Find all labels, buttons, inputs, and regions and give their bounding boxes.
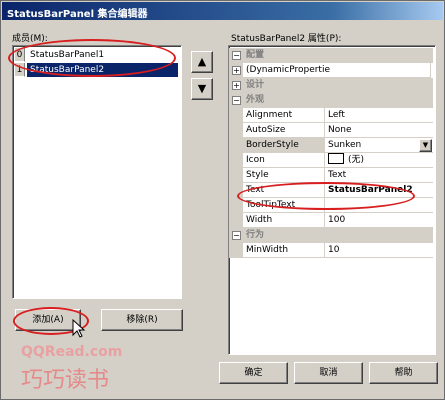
properties-label: StatusBarPanel2 属性(P):	[231, 34, 342, 44]
help-button-label: 帮助	[394, 368, 413, 378]
category-design[interactable]: + 设计	[229, 78, 433, 93]
property-value[interactable]: Text	[325, 168, 433, 183]
property-name: Style	[243, 168, 325, 183]
title-bar[interactable]: StatusBarPanel 集合编辑器	[2, 2, 443, 20]
collection-editor-window: StatusBarPanel 集合编辑器 成员(M): 0 StatusBarP…	[0, 0, 445, 400]
watermark-text: 巧巧读书	[21, 368, 110, 393]
window-title: StatusBarPanel 集合编辑器	[7, 9, 148, 20]
property-value[interactable]: (无)	[325, 153, 433, 168]
ok-button-label: 确定	[244, 368, 263, 378]
category-label: 设计	[243, 78, 433, 93]
annotation-ellipse-members	[8, 39, 176, 77]
collapse-icon[interactable]: −	[232, 51, 241, 60]
property-width[interactable]: Width 100	[229, 213, 433, 228]
property-borderstyle[interactable]: BorderStyle Sunken ▼	[229, 138, 433, 153]
property-value[interactable]: 10	[325, 243, 433, 258]
expand-icon[interactable]: +	[232, 81, 241, 90]
property-name: (DynamicPropertie	[243, 63, 431, 78]
members-list[interactable]: 0 StatusBarPanel1 1 StatusBarPanel2	[12, 45, 182, 299]
down-arrow-icon: ▼	[197, 82, 207, 95]
category-label: 配置	[243, 48, 433, 63]
cancel-button-label: 取消	[319, 368, 338, 378]
collapse-icon[interactable]: −	[232, 231, 241, 240]
category-config[interactable]: − 配置	[229, 48, 433, 63]
category-behavior[interactable]: − 行为	[229, 228, 433, 243]
property-name: Width	[243, 213, 325, 228]
property-value[interactable]: Sunken ▼	[325, 138, 433, 153]
category-label: 行为	[243, 228, 433, 243]
property-minwidth[interactable]: MinWidth 10	[229, 243, 433, 258]
property-value[interactable]: 100	[325, 213, 433, 228]
move-down-button[interactable]: ▼	[191, 78, 213, 100]
watermark-url: QQRead.com	[21, 344, 123, 360]
expand-icon[interactable]: +	[232, 66, 241, 75]
property-value-text: Sunken	[328, 140, 362, 150]
annotation-ellipse-text-property	[237, 182, 415, 210]
move-up-button[interactable]: ▲	[191, 51, 213, 73]
up-arrow-icon: ▲	[197, 55, 207, 68]
property-autosize[interactable]: AutoSize None	[229, 123, 433, 138]
category-label: 外观	[243, 93, 433, 108]
icon-preview-icon	[328, 153, 344, 164]
property-value-text: (无)	[348, 155, 365, 165]
mouse-cursor-icon	[72, 319, 86, 338]
property-name: AutoSize	[243, 123, 325, 138]
property-name: BorderStyle	[243, 138, 325, 153]
property-value[interactable]: Left	[325, 108, 433, 123]
help-button[interactable]: 帮助	[369, 362, 438, 384]
property-name: Icon	[243, 153, 325, 168]
property-icon[interactable]: Icon (无)	[229, 153, 433, 168]
category-appearance[interactable]: − 外观	[229, 93, 433, 108]
property-name: Alignment	[243, 108, 325, 123]
property-dynamic[interactable]: + (DynamicPropertie	[229, 63, 433, 78]
ok-button[interactable]: 确定	[219, 362, 288, 384]
property-value[interactable]: None	[325, 123, 433, 138]
dropdown-button[interactable]: ▼	[419, 139, 432, 152]
collapse-icon[interactable]: −	[232, 96, 241, 105]
property-alignment[interactable]: Alignment Left	[229, 108, 433, 123]
remove-button-label: 移除(R)	[126, 315, 158, 325]
property-name: MinWidth	[243, 243, 325, 258]
remove-button[interactable]: 移除(R)	[101, 309, 183, 331]
cancel-button[interactable]: 取消	[294, 362, 363, 384]
property-style[interactable]: Style Text	[229, 168, 433, 183]
